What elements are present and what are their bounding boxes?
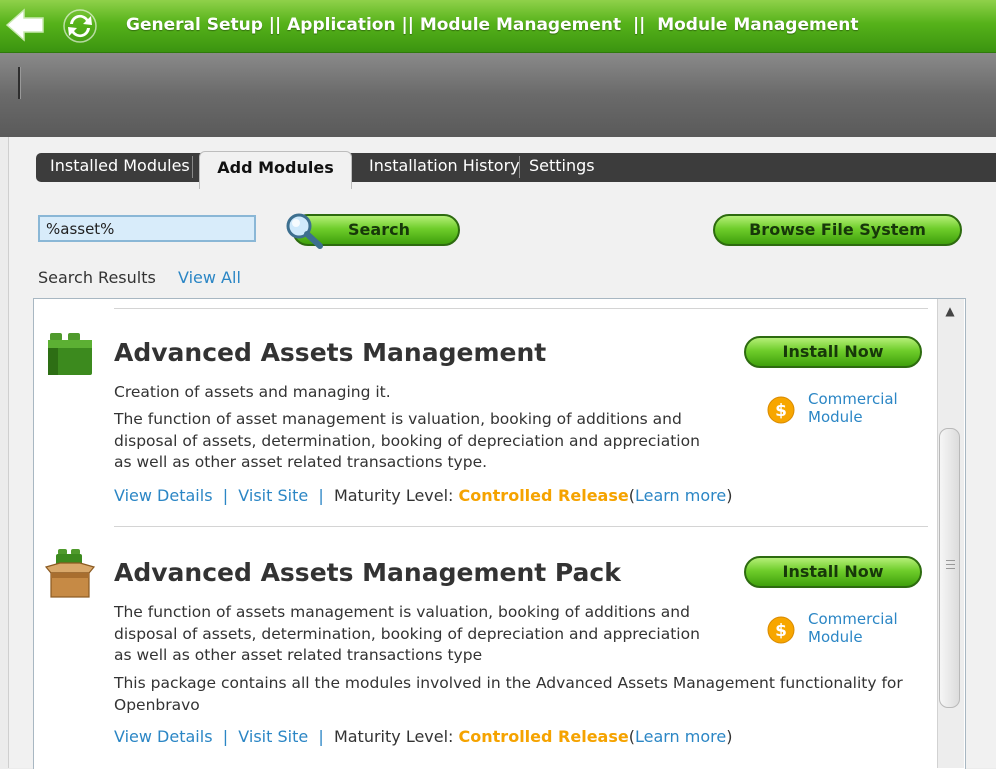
link-separator: | <box>217 486 234 505</box>
link-separator: | <box>313 727 329 746</box>
dollar-coin-icon: $ <box>767 396 795 424</box>
tab-separator <box>192 156 193 178</box>
paren: ) <box>726 727 733 746</box>
view-details-link[interactable]: View Details <box>114 727 213 746</box>
tab-settings[interactable]: Settings <box>529 156 595 175</box>
magnifier-icon <box>286 213 323 249</box>
toolbar <box>0 53 996 137</box>
grip-line <box>946 564 955 565</box>
module-icon <box>48 333 92 375</box>
pack-icon <box>44 549 96 598</box>
visit-site-link[interactable]: Visit Site <box>238 727 308 746</box>
module-help: The function of asset management is valu… <box>114 410 700 471</box>
module-title: Advanced Assets Management Pack <box>114 558 621 587</box>
grip-line <box>946 568 955 569</box>
commercial-module-link[interactable]: Commercial Module <box>808 390 918 426</box>
browse-file-system-button[interactable]: Browse File System <box>713 214 962 246</box>
divider <box>114 526 928 527</box>
grip-line <box>946 560 955 561</box>
scroll-up-arrow-icon[interactable]: ▲ <box>940 304 960 322</box>
view-all-link[interactable]: View All <box>178 268 241 287</box>
install-now-button[interactable]: Install Now <box>744 556 922 588</box>
view-details-link[interactable]: View Details <box>114 486 213 505</box>
tab-installation-history[interactable]: Installation History <box>369 156 520 175</box>
refresh-icon[interactable] <box>62 8 98 44</box>
module-description: Creation of assets and managing it. <box>114 383 391 401</box>
dollar-coin-icon: $ <box>767 616 795 644</box>
module-links: View Details | Visit Site | Maturity Lev… <box>114 486 732 505</box>
paren: ) <box>726 486 733 505</box>
maturity-value: Controlled Release <box>458 486 629 505</box>
install-now-button[interactable]: Install Now <box>744 336 922 368</box>
divider <box>114 308 928 309</box>
svg-text:$: $ <box>775 621 787 641</box>
breadcrumb: General Setup || Application || Module M… <box>126 15 859 35</box>
search-input[interactable] <box>38 215 256 242</box>
visit-site-link[interactable]: Visit Site <box>238 486 308 505</box>
module-description: The function of assets management is val… <box>114 603 700 664</box>
learn-more-link[interactable]: Learn more <box>635 486 726 505</box>
svg-text:$: $ <box>775 401 787 421</box>
module-links: View Details | Visit Site | Maturity Lev… <box>114 727 732 746</box>
tab-separator <box>519 156 520 178</box>
maturity-label: Maturity Level: <box>333 486 454 505</box>
toolbar-separator <box>18 67 21 99</box>
module-title: Advanced Assets Management <box>114 338 547 367</box>
module-help: This package contains all the modules in… <box>114 674 903 714</box>
learn-more-link[interactable]: Learn more <box>635 727 726 746</box>
tab-add-modules[interactable]: Add Modules <box>199 151 352 189</box>
link-separator: | <box>217 727 234 746</box>
commercial-module-link[interactable]: Commercial Module <box>808 610 918 646</box>
link-separator: | <box>313 486 329 505</box>
tab-installed-modules[interactable]: Installed Modules <box>50 156 190 175</box>
maturity-value: Controlled Release <box>458 727 629 746</box>
back-arrow-icon[interactable] <box>4 6 46 44</box>
search-results-label: Search Results <box>38 268 156 287</box>
maturity-label: Maturity Level: <box>333 727 454 746</box>
